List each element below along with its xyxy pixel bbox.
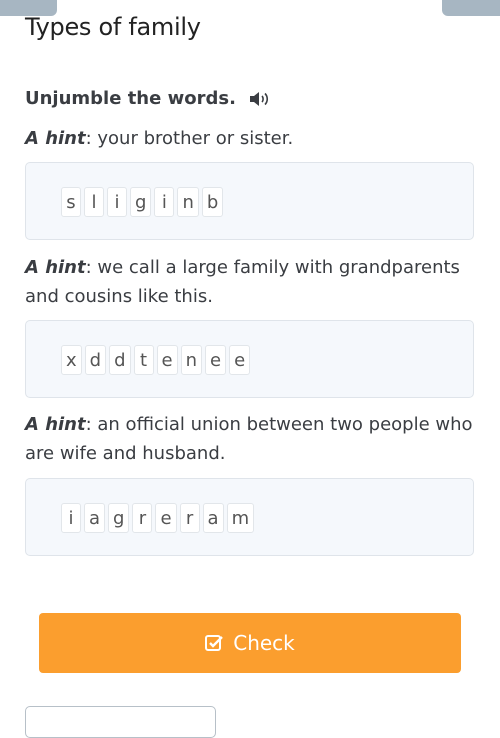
letter-tile[interactable]: i — [61, 503, 81, 533]
speaker-icon[interactable] — [248, 90, 270, 108]
letter-tile[interactable]: d — [84, 345, 107, 375]
letter-tile[interactable]: r — [132, 503, 153, 533]
secondary-button[interactable] — [25, 706, 216, 738]
letter-tile[interactable]: b — [201, 187, 224, 217]
word-box-2: xddtenee — [25, 320, 474, 398]
letter-tile[interactable]: a — [84, 503, 106, 533]
letter-tile[interactable]: t — [133, 345, 154, 375]
letter-tile[interactable]: e — [156, 345, 178, 375]
letter-tile[interactable]: l — [84, 187, 104, 217]
letter-tile[interactable]: n — [180, 345, 203, 375]
page-title: Types of family — [25, 13, 201, 41]
letter-tile[interactable]: x — [61, 345, 82, 375]
letter-tile[interactable]: e — [229, 345, 251, 375]
instruction-text: Unjumble the words. — [25, 88, 236, 109]
hint-3: A hint: an official union between two pe… — [25, 414, 473, 464]
letter-tile[interactable]: m — [226, 503, 255, 533]
word-box-1: sliginb — [25, 162, 474, 240]
instruction: Unjumble the words. — [25, 88, 270, 109]
hint-2: A hint: we call a large family with gran… — [25, 257, 460, 307]
check-button[interactable]: Check — [39, 613, 461, 673]
nav-tab-right[interactable] — [442, 0, 500, 16]
word-box-3: iagreram — [25, 478, 474, 556]
letter-tile[interactable]: i — [107, 187, 127, 217]
letter-tile[interactable]: a — [202, 503, 224, 533]
letter-tile[interactable]: e — [205, 345, 227, 375]
letter-tile[interactable]: s — [61, 187, 81, 217]
letter-tiles-1: sliginb — [61, 187, 224, 217]
letter-tile[interactable]: g — [108, 503, 130, 533]
letter-tiles-3: iagreram — [61, 503, 255, 533]
letter-tile[interactable]: r — [179, 503, 200, 533]
check-label: Check — [233, 631, 295, 655]
hint-1: A hint: your brother or sister. — [25, 128, 294, 149]
letter-tile[interactable]: e — [155, 503, 177, 533]
letter-tile[interactable]: d — [109, 345, 131, 375]
checkbox-icon — [205, 635, 224, 651]
letter-tiles-2: xddtenee — [61, 345, 251, 375]
letter-tile[interactable]: i — [154, 187, 175, 217]
letter-tile[interactable]: n — [177, 187, 199, 217]
letter-tile[interactable]: g — [130, 187, 152, 217]
